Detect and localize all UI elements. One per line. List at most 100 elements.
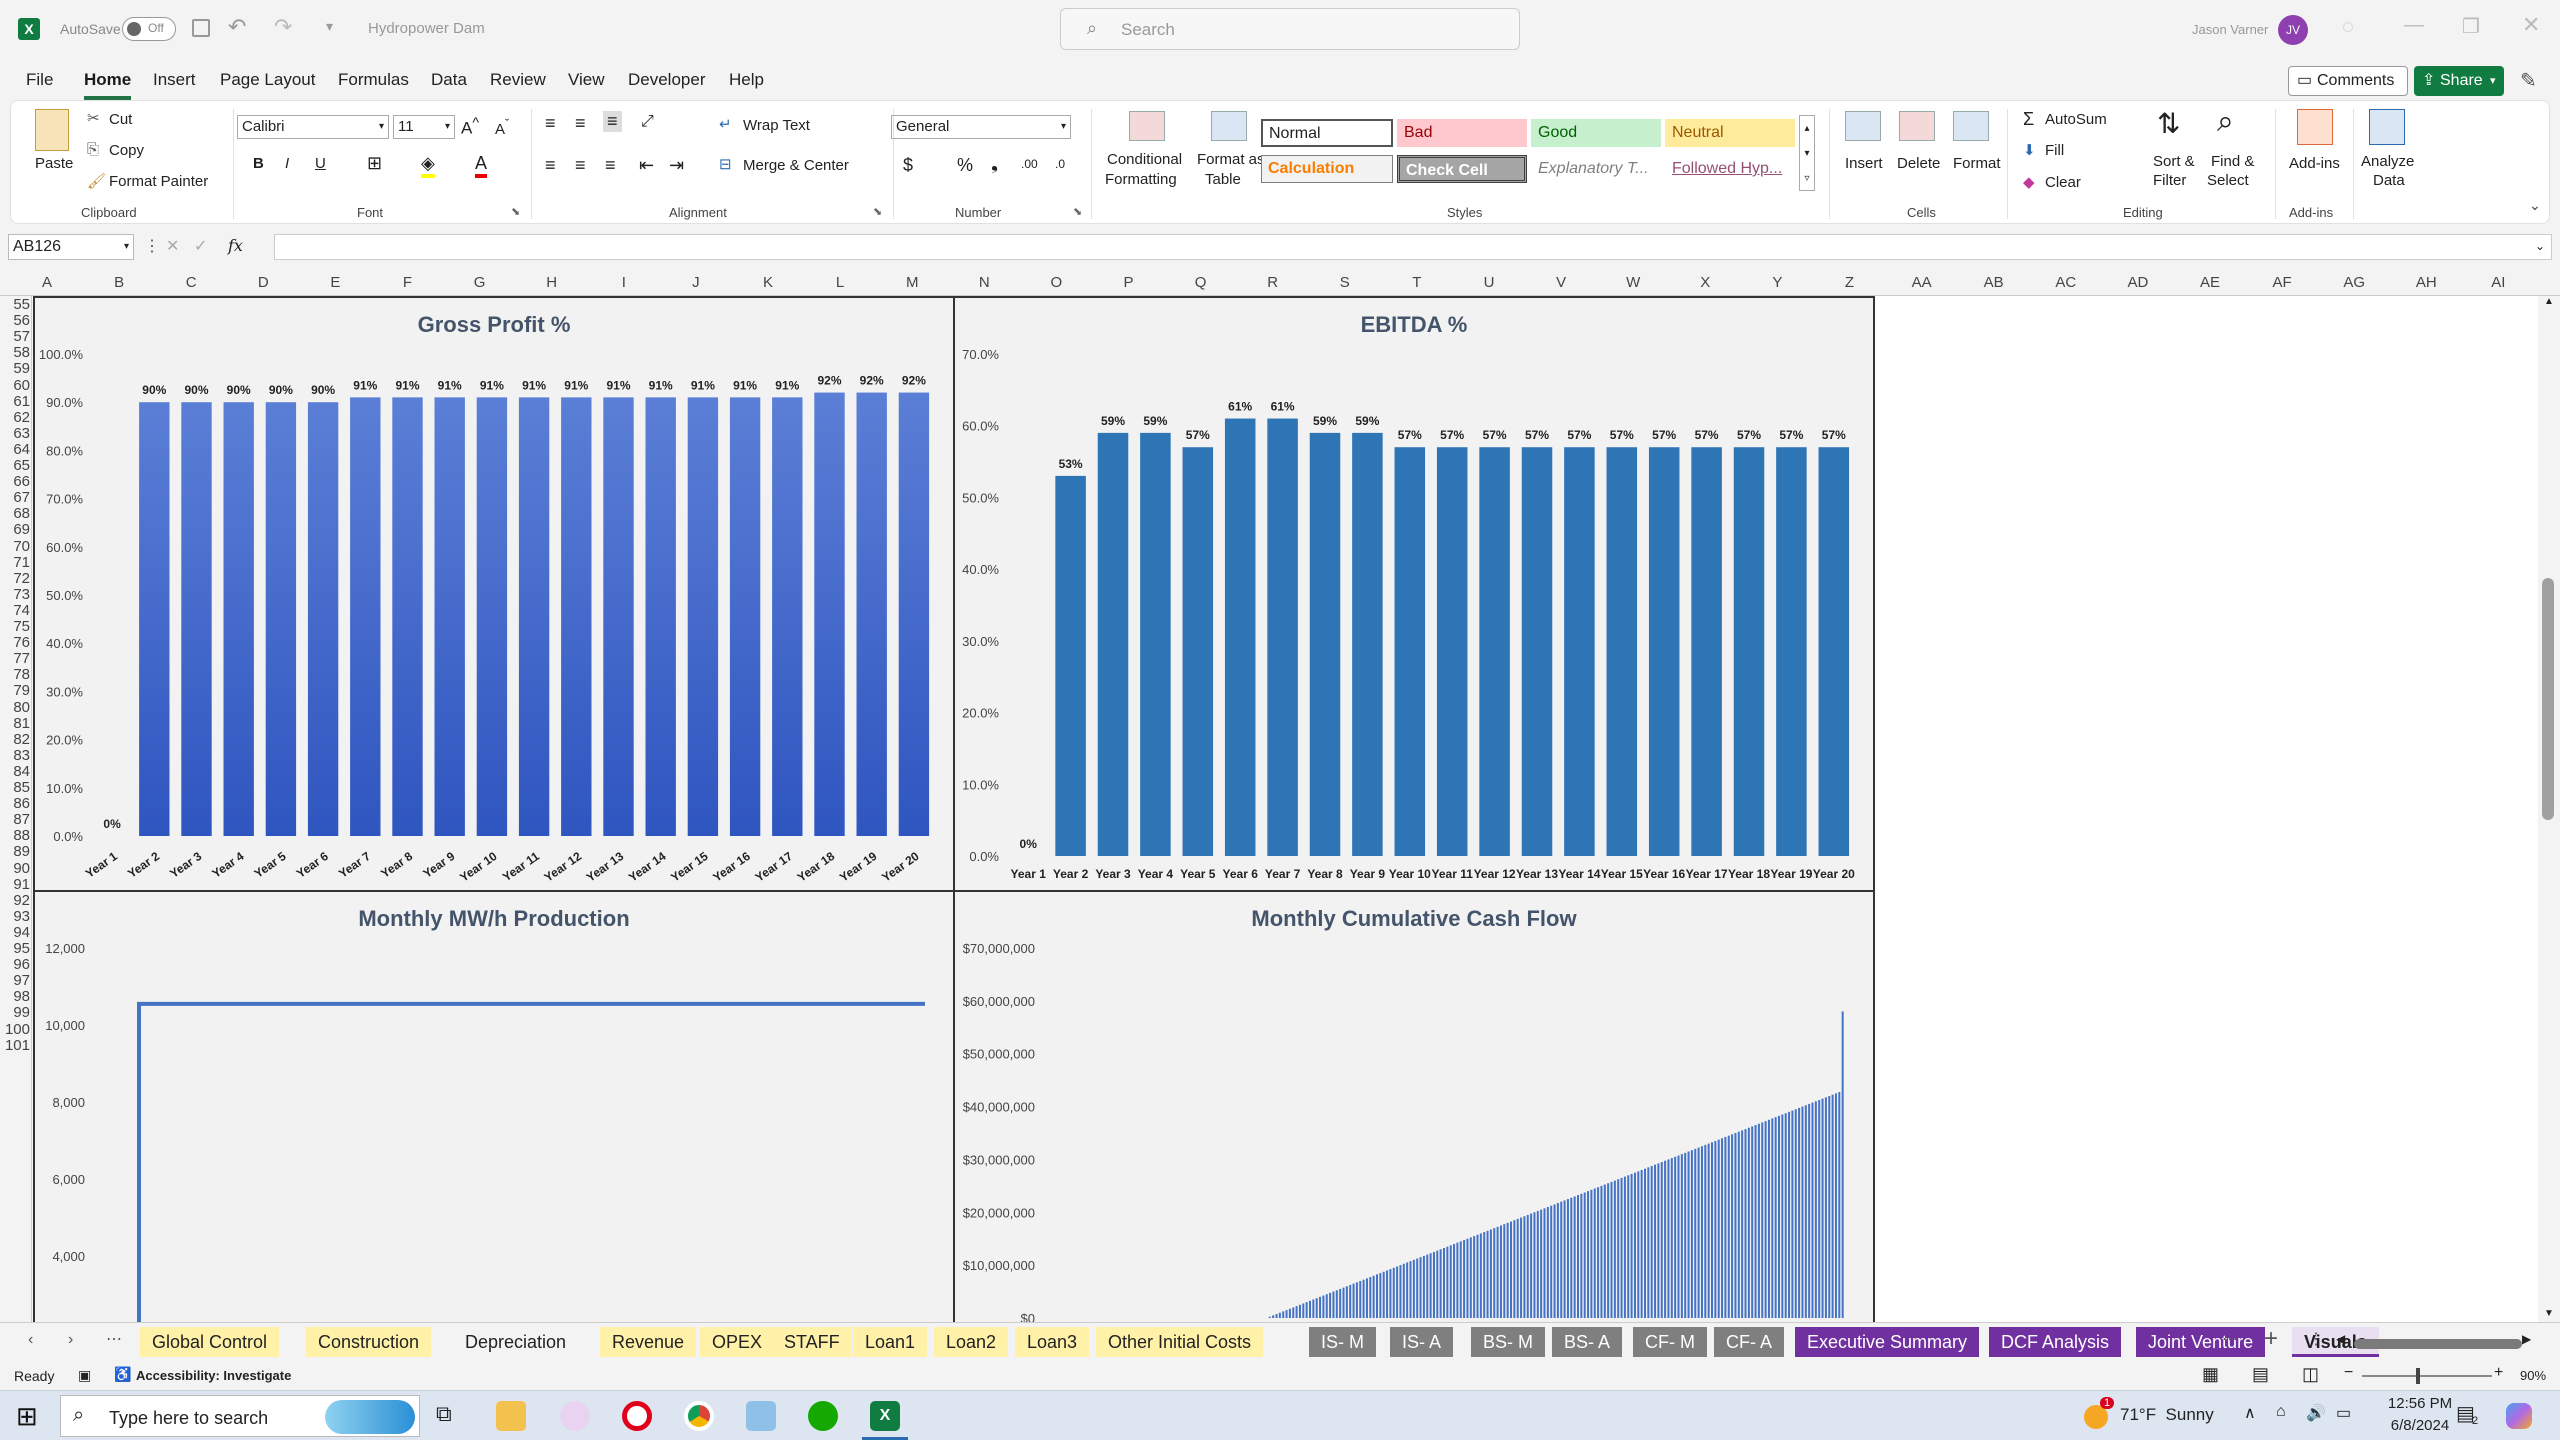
minimize-icon[interactable]: —: [2404, 14, 2424, 37]
sheet-tab[interactable]: Joint Venture: [2136, 1327, 2266, 1357]
column-header[interactable]: AI: [2478, 274, 2518, 291]
number-format-select[interactable]: General ▾: [891, 115, 1071, 139]
display-icon[interactable]: ▭: [2336, 1403, 2351, 1423]
delete-cells-button[interactable]: Delete: [1897, 155, 1940, 172]
fill-button[interactable]: Fill: [2045, 142, 2064, 159]
scroll-down-icon[interactable]: ▼: [2544, 1308, 2554, 1319]
menu-review[interactable]: Review: [490, 62, 546, 100]
network-icon[interactable]: ⌂: [2276, 1403, 2286, 1421]
save-icon[interactable]: [192, 19, 210, 37]
currency-icon[interactable]: $: [903, 155, 913, 176]
tab-more-icon[interactable]: ⋯: [106, 1329, 122, 1349]
customize-toolbar-icon[interactable]: ▾: [326, 18, 333, 35]
excel-taskbar-icon[interactable]: X: [870, 1401, 900, 1431]
row-header[interactable]: 70: [0, 538, 30, 555]
column-header[interactable]: E: [315, 274, 355, 291]
row-header[interactable]: 100: [0, 1021, 30, 1038]
row-header[interactable]: 98: [0, 988, 30, 1005]
row-header[interactable]: 62: [0, 409, 30, 426]
number-launcher-icon[interactable]: ⬊: [1073, 205, 1082, 218]
menu-home[interactable]: Home: [84, 62, 132, 100]
app-icon[interactable]: [746, 1401, 776, 1431]
column-header[interactable]: W: [1613, 274, 1653, 291]
align-center-icon[interactable]: ≡: [575, 155, 586, 176]
row-header[interactable]: 87: [0, 811, 30, 828]
copy-button[interactable]: Copy: [109, 142, 144, 159]
font-color-icon[interactable]: A: [475, 153, 488, 178]
column-header[interactable]: P: [1109, 274, 1149, 291]
row-header[interactable]: 86: [0, 795, 30, 812]
enter-icon[interactable]: ✓: [194, 236, 207, 256]
tab-options-icon[interactable]: ⋮: [2308, 1329, 2324, 1349]
styles-scroll[interactable]: ▴ ▾ ▿: [1799, 115, 1815, 191]
decrease-font-icon[interactable]: Aˇ: [495, 117, 509, 138]
align-left-icon[interactable]: ≡: [545, 155, 556, 176]
row-header[interactable]: 92: [0, 892, 30, 909]
row-header[interactable]: 65: [0, 457, 30, 474]
row-header[interactable]: 64: [0, 441, 30, 458]
row-header[interactable]: 66: [0, 473, 30, 490]
column-header[interactable]: AD: [2118, 274, 2158, 291]
menu-insert[interactable]: Insert: [153, 62, 196, 100]
sheet-tab[interactable]: Global Control: [140, 1327, 280, 1357]
cancel-icon[interactable]: ✕: [166, 236, 179, 256]
tab-prev-icon[interactable]: ‹: [28, 1331, 33, 1349]
feedback-icon[interactable]: ✎: [2520, 68, 2537, 93]
close-icon[interactable]: ✕: [2522, 12, 2540, 38]
format-painter-button[interactable]: Format Painter: [109, 173, 208, 190]
row-header[interactable]: 83: [0, 747, 30, 764]
windows-start-icon[interactable]: ⊞: [16, 1401, 38, 1432]
sheet-tab[interactable]: BS- A: [1552, 1327, 1623, 1357]
style-normal[interactable]: Normal: [1261, 119, 1393, 147]
style-explanatory[interactable]: Explanatory T...: [1531, 155, 1661, 183]
column-header[interactable]: S: [1325, 274, 1365, 291]
increase-indent-icon[interactable]: ⇥: [669, 155, 684, 176]
row-header[interactable]: 81: [0, 715, 30, 732]
sort-filter-label-2[interactable]: Filter: [2153, 172, 2186, 189]
row-header[interactable]: 97: [0, 972, 30, 989]
row-header[interactable]: 57: [0, 328, 30, 345]
menu-view[interactable]: View: [568, 62, 605, 100]
tab-overflow-icon[interactable]: ⋯: [2222, 1329, 2238, 1349]
sheet-tab[interactable]: Executive Summary: [1795, 1327, 1980, 1357]
find-select-label-1[interactable]: Find &: [2211, 153, 2254, 170]
conditional-formatting-label-1[interactable]: Conditional: [1107, 151, 1182, 168]
sheet-tab[interactable]: STAFF: [772, 1327, 852, 1357]
row-header[interactable]: 91: [0, 876, 30, 893]
row-header[interactable]: 61: [0, 393, 30, 410]
format-table-label-2[interactable]: Table: [1205, 171, 1241, 188]
formula-input[interactable]: ⌄: [274, 234, 2552, 260]
percent-icon[interactable]: %: [957, 155, 973, 176]
task-view-icon[interactable]: ⧉: [436, 1401, 452, 1427]
sheet-tab[interactable]: Loan3: [1015, 1327, 1090, 1357]
column-header[interactable]: M: [892, 274, 932, 291]
scroll-up-icon[interactable]: ▲: [2544, 296, 2554, 307]
column-header[interactable]: AF: [2262, 274, 2302, 291]
sheet-tab[interactable]: Construction: [306, 1327, 432, 1357]
addins-button[interactable]: Add-ins: [2289, 155, 2340, 172]
style-check-cell[interactable]: Check Cell: [1397, 155, 1527, 183]
lightbulb-icon[interactable]: ◌: [2342, 16, 2354, 39]
orientation-icon[interactable]: ⤢: [641, 113, 654, 131]
insert-function-icon[interactable]: fx: [228, 236, 243, 255]
sheet-tab[interactable]: DCF Analysis: [1989, 1327, 2122, 1357]
column-header[interactable]: B: [99, 274, 139, 291]
row-header[interactable]: 95: [0, 940, 30, 957]
column-header[interactable]: T: [1397, 274, 1437, 291]
taskbar-search[interactable]: ⌕ Type here to search: [60, 1395, 420, 1437]
format-table-label-1[interactable]: Format as: [1197, 151, 1265, 168]
horizontal-scroll-thumb[interactable]: [2354, 1339, 2522, 1349]
column-header[interactable]: X: [1685, 274, 1725, 291]
row-header[interactable]: 93: [0, 908, 30, 925]
undo-icon[interactable]: ↶: [228, 14, 246, 40]
column-header[interactable]: U: [1469, 274, 1509, 291]
row-header[interactable]: 99: [0, 1004, 30, 1021]
comments-button[interactable]: ▭ Comments: [2288, 66, 2408, 96]
sort-filter-label-1[interactable]: Sort &: [2153, 153, 2195, 170]
column-header[interactable]: Z: [1830, 274, 1870, 291]
volume-icon[interactable]: 🔊: [2306, 1403, 2326, 1423]
style-calculation[interactable]: Calculation: [1261, 155, 1393, 183]
cumulative-cash-flow-chart[interactable]: Monthly Cumulative Cash Flow $0 $10,000,00…: [953, 890, 1875, 1322]
sheet-tab[interactable]: Other Initial Costs: [1096, 1327, 1264, 1357]
font-name-select[interactable]: Calibri ▾: [237, 115, 389, 139]
